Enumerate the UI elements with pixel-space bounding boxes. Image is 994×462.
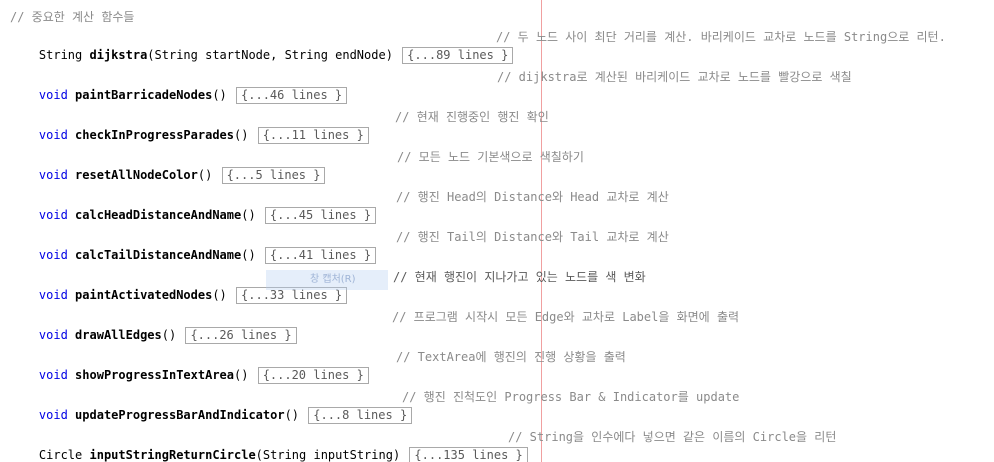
method-params: () (234, 368, 249, 382)
method-params: () (241, 208, 256, 222)
method-params: () (241, 248, 256, 262)
return-type: void (38, 88, 68, 102)
method-row[interactable]: void updateProgressBarAndIndicator() {..… (10, 388, 413, 424)
fold-toggle[interactable]: {...135 lines } (409, 447, 528, 462)
method-comment: // 현재 진행중인 행진 확인 (395, 110, 549, 124)
fold-toggle[interactable]: {...41 lines } (264, 247, 377, 264)
fold-toggle[interactable]: {...11 lines } (257, 127, 369, 144)
method-comment: // 두 노드 사이 최단 거리를 계산. 바리케이드 교차로 노드를 Stri… (496, 30, 946, 44)
fold-toggle[interactable]: {...89 lines } (402, 47, 514, 64)
method-name[interactable]: showProgressInTextArea (75, 368, 234, 382)
method-comment: // TextArea에 행진의 진행 상황을 출력 (396, 350, 626, 364)
method-name[interactable]: resetAllNodeColor (75, 168, 198, 182)
method-params: () (284, 408, 300, 422)
return-type: Circle (38, 448, 83, 462)
method-comment: // 행진 진척도인 Progress Bar & Indicator를 upd… (402, 390, 740, 404)
method-comment: // 현재 행진이 지나가고 있는 노드를 색 변화 (393, 270, 646, 284)
method-comment: // 행진 Tail의 Distance와 Tail 교차로 계산 (396, 230, 669, 244)
return-type: void (38, 408, 68, 422)
method-comment: // 프로그램 시작시 모든 Edge와 교차로 Label을 화면에 출력 (392, 310, 740, 324)
method-comment: // dijkstra로 계산된 바리케이드 교차로 노드를 빨강으로 색칠 (497, 70, 852, 84)
return-type: void (38, 328, 68, 342)
method-params: () (212, 88, 227, 102)
fold-toggle[interactable]: {...5 lines } (221, 167, 326, 184)
method-name[interactable]: updateProgressBarAndIndicator (75, 408, 285, 422)
method-comment: // 모든 노드 기본색으로 색칠하기 (397, 150, 584, 164)
return-type: void (38, 168, 68, 182)
method-name[interactable]: checkInProgressParades (75, 128, 234, 142)
method-params: () (234, 128, 249, 142)
method-name[interactable]: inputStringReturnCircle (90, 448, 256, 462)
fold-toggle[interactable]: {...46 lines } (236, 87, 348, 104)
return-type: String (38, 48, 83, 62)
method-name[interactable]: paintActivatedNodes (75, 288, 212, 302)
return-type: void (38, 368, 68, 382)
capture-tooltip-ghost: 창 캡처(R) (266, 270, 388, 290)
method-row[interactable]: void drawAllEdges() {...26 lines } (10, 308, 297, 344)
method-row[interactable]: String dijkstra(String startNode, String… (10, 28, 514, 64)
method-params: (String inputString) (255, 448, 401, 462)
return-type: void (38, 208, 68, 222)
return-type: void (38, 288, 68, 302)
method-row[interactable]: void checkInProgressParades() {...11 lin… (10, 108, 369, 144)
fold-toggle[interactable]: {...20 lines } (257, 367, 369, 384)
method-row[interactable]: void calcHeadDistanceAndName() {...45 li… (10, 188, 377, 224)
method-row[interactable]: void calcTailDistanceAndName() {...41 li… (10, 228, 377, 264)
return-type: void (38, 248, 68, 262)
fold-toggle[interactable]: {...26 lines } (185, 327, 297, 344)
method-row[interactable]: void resetAllNodeColor() {...5 lines } (10, 148, 326, 184)
method-params: () (212, 288, 227, 302)
header-comment: // 중요한 계산 함수들 (10, 10, 135, 24)
method-name[interactable]: paintBarricadeNodes (75, 88, 212, 102)
method-comment: // 행진 Head의 Distance와 Head 교차로 계산 (396, 190, 669, 204)
method-row[interactable]: Circle inputStringReturnCircle(String in… (10, 428, 528, 462)
method-row[interactable]: void showProgressInTextArea() {...20 lin… (10, 348, 369, 384)
method-params: () (197, 168, 213, 182)
method-name[interactable]: dijkstra (90, 48, 148, 62)
method-comment: // String을 인수에다 넣으면 같은 이름의 Circle을 리턴 (508, 430, 837, 444)
method-name[interactable]: calcTailDistanceAndName (75, 248, 241, 262)
fold-toggle[interactable]: {...8 lines } (308, 407, 413, 424)
return-type: void (38, 128, 68, 142)
method-name[interactable]: drawAllEdges (75, 328, 162, 342)
fold-toggle[interactable]: {...45 lines } (264, 207, 377, 224)
method-row[interactable]: void paintBarricadeNodes() {...46 lines … (10, 68, 348, 104)
method-name[interactable]: calcHeadDistanceAndName (75, 208, 241, 222)
method-params: (String startNode, String endNode) (147, 48, 393, 62)
method-params: () (161, 328, 177, 342)
code-editor[interactable]: // 중요한 계산 함수들 String dijkstra(String sta… (0, 0, 994, 462)
